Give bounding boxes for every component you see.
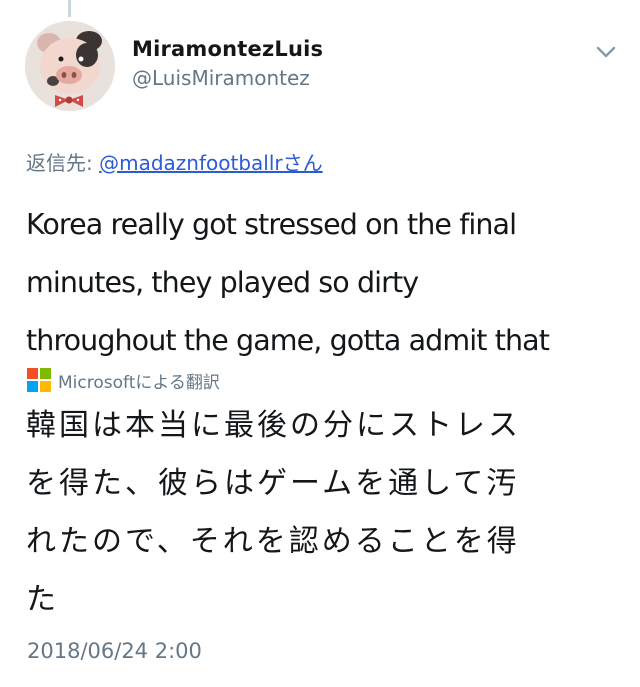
avatar[interactable]: [25, 21, 115, 111]
translation-label: Microsoftによる翻訳: [58, 372, 220, 393]
tweet-text: Korea really got stressed on the final m…: [26, 196, 626, 370]
thread-connector-line: [68, 0, 71, 17]
translated-text-line: た: [26, 582, 59, 617]
translation-attribution[interactable]: Microsoftによる翻訳: [27, 366, 220, 394]
chevron-down-icon: [596, 46, 616, 58]
tweet-text-line: Korea really got stressed on the final: [26, 208, 517, 241]
translated-text-line: を得た、彼らはゲームを通して汚: [26, 466, 520, 501]
reply-context: 返信先: @madaznfootballrさん: [26, 148, 323, 178]
translated-text-line: 韓国は本当に最後の分にストレス: [26, 408, 521, 443]
reply-prefix: 返信先:: [26, 151, 100, 175]
user-handle[interactable]: @LuisMiramontez: [132, 63, 323, 93]
display-name[interactable]: MiramontezLuis: [132, 35, 323, 63]
reply-to-link[interactable]: @madaznfootballrさん: [99, 151, 323, 175]
microsoft-logo-icon: [27, 368, 51, 392]
tweet-header: MiramontezLuis @LuisMiramontez: [25, 19, 625, 115]
translated-text: 韓国は本当に最後の分にストレス を得た、彼らはゲームを通して汚 れたので、それを…: [26, 397, 616, 629]
tweet-text-line: minutes, they played so dirty: [26, 266, 419, 299]
translated-text-line: れたので、それを認めることを得: [26, 524, 520, 559]
tweet-text-line: throughout the game, gotta admit that: [26, 324, 550, 357]
user-names: MiramontezLuis @LuisMiramontez: [132, 35, 323, 93]
tweet-menu-button[interactable]: [591, 39, 621, 65]
pig-avatar-icon: [25, 21, 115, 111]
tweet-timestamp[interactable]: 2018/06/24 2:00: [27, 636, 202, 666]
